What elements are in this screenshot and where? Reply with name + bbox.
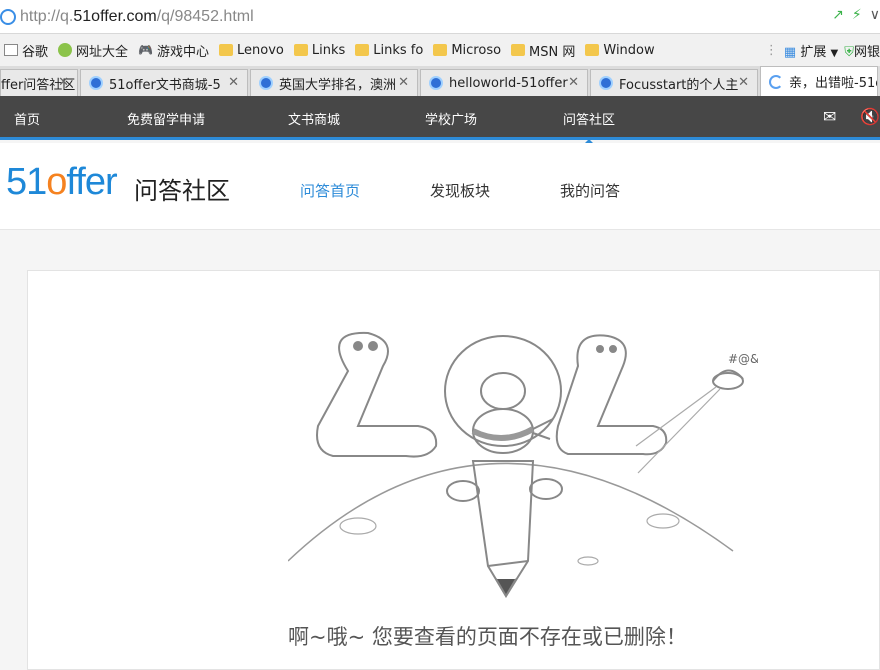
section-title: 问答社区 — [134, 177, 230, 205]
close-icon[interactable]: ✕ — [738, 75, 749, 90]
folder-icon — [511, 44, 526, 56]
address-bar[interactable]: http://q.51offer.com/q/98452.html ↗ ⚡ ∨ — [0, 0, 880, 34]
tab-bar: ffer问答社区 ✕ 51offer文书商城-5 ✕ 英国大学排名，澳洲 ✕ hell… — [0, 66, 880, 96]
bookmark-links[interactable]: Links — [293, 43, 345, 58]
shield-icon: ⛨ — [844, 45, 854, 60]
hao-icon — [58, 43, 73, 57]
folder-icon — [355, 44, 370, 56]
folder-icon — [293, 44, 308, 56]
site-nav: 首页 免费留学申请 文书商城 学校广场 问答社区 ✉ 🔇 — [0, 96, 880, 144]
nav-free-apply[interactable]: 免费留学申请 — [127, 109, 205, 128]
subnav-discover[interactable]: 发现板块 — [430, 180, 490, 201]
url-text[interactable]: http://q.51offer.com/q/98452.html — [20, 8, 254, 26]
tab-focusstart[interactable]: Focusstart的个人主 ✕ — [590, 69, 758, 96]
bookmark-google[interactable]: 谷歌 — [4, 41, 48, 60]
ufo-symbols: #@& — [728, 352, 758, 366]
speaker-icon[interactable]: 🔇 — [860, 107, 880, 126]
caret-down-icon: ▼ — [830, 48, 839, 59]
close-icon[interactable]: ✕ — [58, 75, 69, 90]
lightning-icon[interactable]: ⚡ — [852, 7, 862, 23]
bookmark-links-fo[interactable]: Links fo — [355, 43, 423, 58]
404-illustration: #@& — [288, 331, 758, 598]
page-icon — [4, 44, 18, 56]
error-message: 啊~哦~ 您要查看的页面不存在或已删除！ — [288, 625, 687, 649]
subnav-qa-home[interactable]: 问答首页 — [300, 180, 360, 201]
extend-button[interactable]: ▦ 扩展 ▼ — [784, 41, 838, 60]
page-header: 51offer 问答社区 问答首页 发现板块 我的问答 — [0, 143, 880, 230]
gamepad-icon: 🎮 — [138, 43, 153, 57]
wangyin-button[interactable]: ⛨网银 — [844, 41, 880, 60]
nav-qa[interactable]: 问答社区 — [563, 109, 615, 144]
folder-icon — [433, 44, 448, 56]
favicon-icon — [89, 76, 103, 90]
nav-home[interactable]: 首页 — [14, 109, 40, 128]
close-icon[interactable]: ✕ — [398, 75, 409, 90]
share-icon[interactable]: ↗ — [832, 7, 844, 23]
tab-wenshu[interactable]: 51offer文书商城-5 ✕ — [80, 69, 248, 96]
bookmark-windows[interactable]: Window — [585, 43, 655, 58]
nav-schools[interactable]: 学校广场 — [425, 109, 477, 128]
folder-icon — [219, 44, 233, 56]
chevron-down-icon[interactable]: ∨ — [870, 7, 880, 23]
favicon-icon — [259, 76, 273, 90]
tab-ranking[interactable]: 英国大学排名，澳洲 ✕ — [250, 69, 418, 96]
favicon-icon — [599, 76, 613, 90]
site-icon — [0, 8, 16, 25]
tab-helloworld[interactable]: helloworld-51offer ✕ — [420, 69, 588, 96]
loading-icon — [769, 74, 783, 89]
close-icon[interactable]: ✕ — [568, 75, 579, 90]
nav-wenshu[interactable]: 文书商城 — [288, 109, 340, 128]
bookmark-msn[interactable]: MSN 网 — [511, 41, 575, 60]
mail-icon[interactable]: ✉ — [823, 107, 836, 126]
bookmarks-bar: 谷歌 网址大全 🎮 游戏中心 Lenovo Links Links fo Micr… — [0, 34, 880, 66]
tab-qa[interactable]: ffer问答社区 ✕ — [0, 69, 78, 96]
subnav-my-qa[interactable]: 我的问答 — [560, 180, 620, 201]
bookmark-microsoft[interactable]: Microso — [433, 43, 501, 58]
error-panel: #@& 啊~哦~ 您要查看的页面不存在或已删除！ — [27, 270, 880, 670]
extension-icon: ▦ — [783, 45, 797, 60]
bookmark-games[interactable]: 🎮 游戏中心 — [138, 41, 209, 60]
bookmark-lenovo[interactable]: Lenovo — [219, 43, 284, 58]
tab-error[interactable]: 亲，出错啦-51offer — [760, 66, 878, 96]
favicon-icon — [429, 76, 443, 90]
site-logo[interactable]: 51offer — [6, 161, 118, 204]
more-icon[interactable]: ⋮ — [765, 43, 778, 58]
folder-icon — [585, 44, 600, 56]
close-icon[interactable]: ✕ — [228, 75, 239, 90]
bookmark-hao[interactable]: 网址大全 — [58, 41, 128, 60]
